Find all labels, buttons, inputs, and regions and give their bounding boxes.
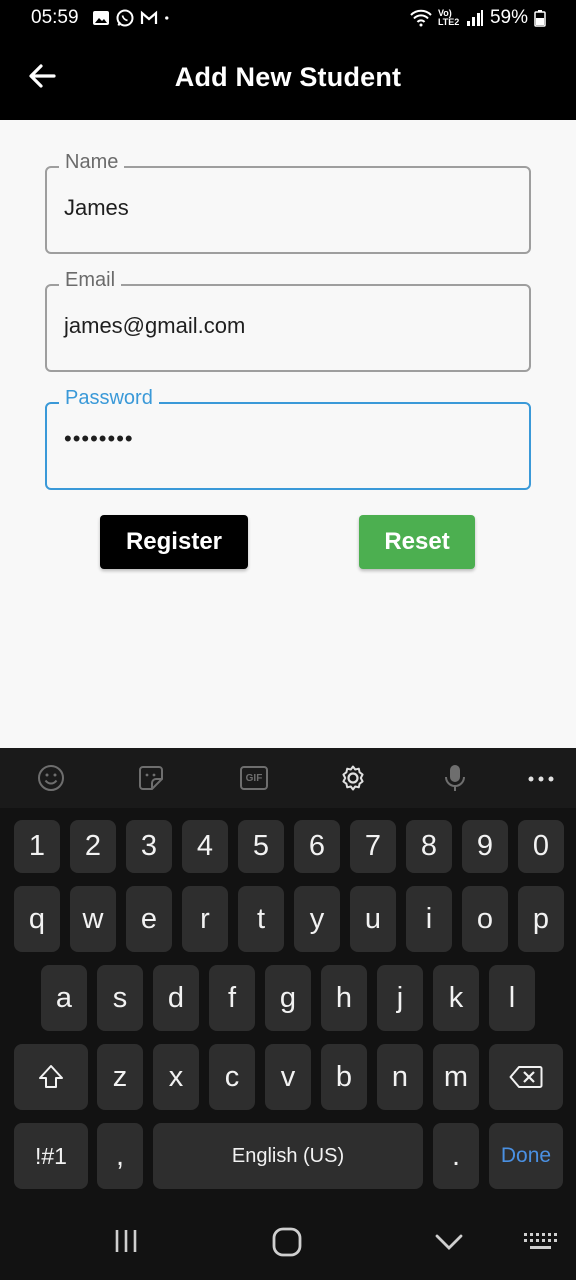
key-3[interactable]: 3 (126, 820, 172, 873)
key-s[interactable]: s (97, 965, 143, 1031)
password-label: Password (59, 387, 159, 410)
mic-icon[interactable] (440, 763, 470, 793)
status-bar: 05:59 Vo) LTE2 59% (0, 0, 576, 38)
key-g[interactable]: g (265, 965, 311, 1031)
shift-key[interactable] (14, 1044, 88, 1110)
navigation-bar (0, 1200, 576, 1280)
key-y[interactable]: y (294, 886, 340, 952)
emoji-icon[interactable] (36, 763, 66, 793)
sticker-icon[interactable] (136, 763, 166, 793)
key-6[interactable]: 6 (294, 820, 340, 873)
key-4[interactable]: 4 (182, 820, 228, 873)
gif-label: GIF (245, 772, 263, 784)
key-0[interactable]: 0 (518, 820, 564, 873)
key-c[interactable]: c (209, 1044, 255, 1110)
key-7[interactable]: 7 (350, 820, 396, 873)
key-i[interactable]: i (406, 886, 452, 952)
dot-icon (165, 16, 169, 20)
page-title: Add New Student (174, 62, 402, 92)
network-label: Vo) LTE2 (437, 8, 460, 27)
key-b[interactable]: b (321, 1044, 367, 1110)
key-h[interactable]: h (321, 965, 367, 1031)
key-d[interactable]: d (153, 965, 199, 1031)
key-n[interactable]: n (377, 1044, 423, 1110)
key-k[interactable]: k (433, 965, 479, 1031)
recent-apps-icon[interactable] (106, 1222, 146, 1262)
key-v[interactable]: v (265, 1044, 311, 1110)
key-l[interactable]: l (489, 965, 535, 1031)
chevron-down-icon[interactable] (429, 1222, 469, 1262)
email-label: Email (59, 269, 122, 292)
backspace-icon (509, 1066, 543, 1088)
key-8[interactable]: 8 (406, 820, 452, 873)
name-value: James (64, 195, 129, 220)
comma-key[interactable]: , (97, 1123, 143, 1189)
password-value: •••••••• (64, 426, 134, 451)
key-p[interactable]: p (518, 886, 564, 952)
key-x[interactable]: x (153, 1044, 199, 1110)
backspace-key[interactable] (489, 1044, 563, 1110)
key-9[interactable]: 9 (462, 820, 508, 873)
more-icon[interactable] (526, 763, 556, 793)
period-key[interactable]: . (433, 1123, 479, 1189)
key-5[interactable]: 5 (238, 820, 284, 873)
done-key[interactable]: Done (489, 1123, 563, 1189)
key-a[interactable]: a (41, 965, 87, 1031)
app-bar: Add New Student (0, 38, 576, 120)
keyboard-icon[interactable] (520, 1222, 560, 1262)
symbols-key[interactable]: !#1 (14, 1123, 88, 1189)
status-time: 05:59 (31, 7, 79, 28)
key-w[interactable]: w (70, 886, 116, 952)
keyboard-toolbar: GIF (0, 748, 576, 808)
password-field[interactable]: Password •••••••• (45, 387, 531, 490)
key-u[interactable]: u (350, 886, 396, 952)
key-j[interactable]: j (377, 965, 423, 1031)
key-z[interactable]: z (97, 1044, 143, 1110)
gif-icon[interactable]: GIF (240, 766, 268, 790)
key-1[interactable]: 1 (14, 820, 60, 873)
battery-icon (534, 10, 546, 27)
wifi-icon (410, 9, 432, 27)
name-field[interactable]: Name James (45, 151, 531, 254)
email-field[interactable]: Email james@gmail.com (45, 269, 531, 372)
key-e[interactable]: e (126, 886, 172, 952)
whatsapp-icon (116, 9, 134, 27)
notification-icons (92, 9, 174, 27)
space-key[interactable]: English (US) (153, 1123, 423, 1189)
home-icon[interactable] (267, 1222, 307, 1262)
gmail-icon (140, 10, 158, 24)
shift-icon (39, 1065, 63, 1088)
key-t[interactable]: t (238, 886, 284, 952)
name-label: Name (59, 151, 125, 174)
system-icons: Vo) LTE2 59% (410, 7, 546, 29)
key-2[interactable]: 2 (70, 820, 116, 873)
register-button[interactable]: Register (100, 515, 248, 569)
settings-icon[interactable] (338, 763, 368, 793)
key-q[interactable]: q (14, 886, 60, 952)
reset-button[interactable]: Reset (359, 515, 475, 569)
gallery-icon (93, 11, 109, 25)
key-m[interactable]: m (433, 1044, 479, 1110)
battery-percent: 59% (489, 7, 528, 28)
key-o[interactable]: o (462, 886, 508, 952)
email-value: james@gmail.com (64, 313, 246, 338)
key-r[interactable]: r (182, 886, 228, 952)
key-f[interactable]: f (209, 965, 255, 1031)
signal-icon (466, 10, 483, 26)
